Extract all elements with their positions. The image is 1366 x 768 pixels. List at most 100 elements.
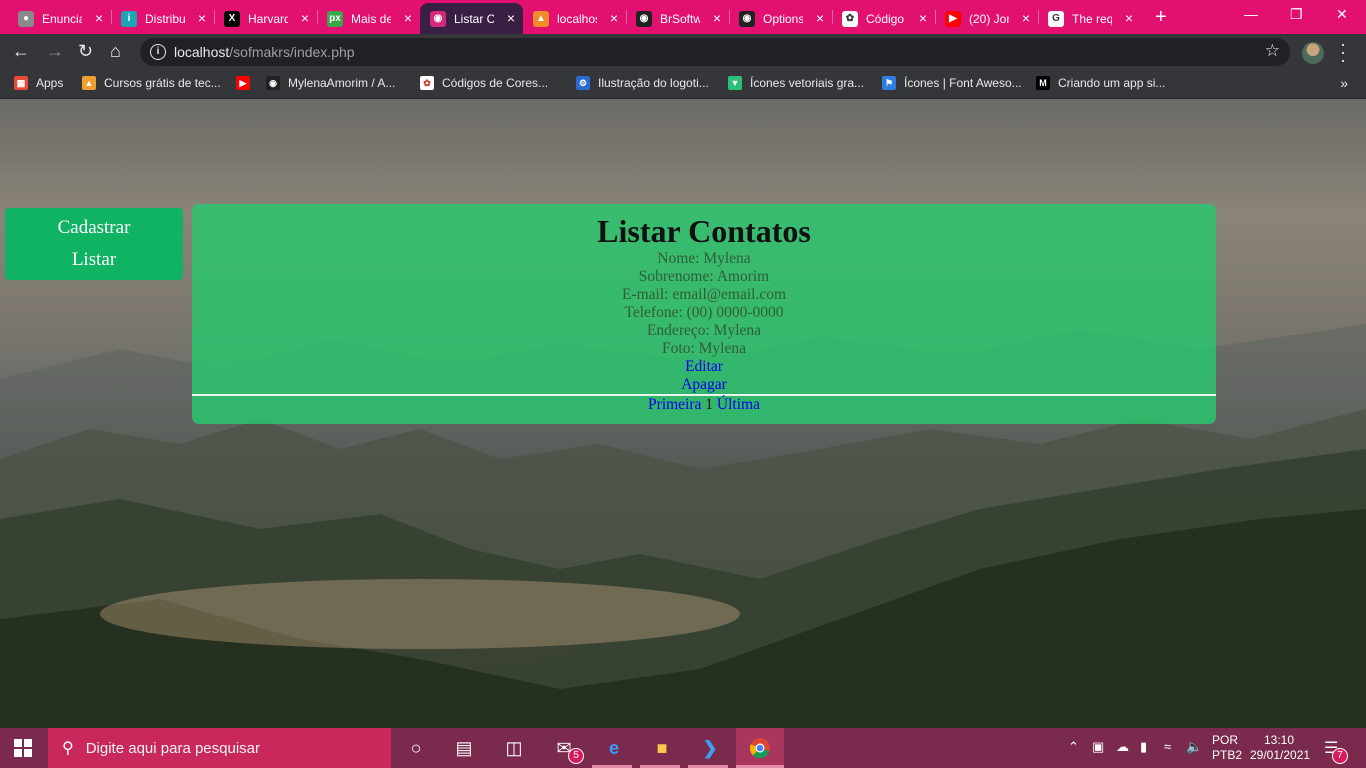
bookmarks-overflow-icon[interactable]: »: [1340, 75, 1348, 91]
bookmark-item[interactable]: ◉ MylenaAmorim / A...: [266, 76, 395, 90]
clock-time: 13:10: [1263, 733, 1295, 747]
browser-tab[interactable]: ◉ Listar C ×: [420, 3, 523, 34]
wifi-icon[interactable]: ≈: [1164, 739, 1171, 754]
browser-tab[interactable]: G The req ×: [1038, 3, 1141, 34]
tab-title: Distribuição: [145, 11, 185, 26]
tab-title: Mais de: [351, 11, 391, 26]
page-title: Listar Contatos: [597, 213, 811, 249]
tab-title: BrSoftw: [660, 11, 700, 26]
input-language[interactable]: POR PTB2: [1212, 733, 1242, 763]
bookmark-star-icon[interactable]: ☆: [1265, 41, 1280, 61]
contact-email: E-mail: email@email.com: [621, 286, 787, 303]
bookmark-label: Cursos grátis de tec...: [104, 76, 221, 90]
cortana-icon[interactable]: ○: [404, 736, 428, 760]
volume-icon[interactable]: 🔈: [1186, 739, 1202, 755]
browser-tab[interactable]: ▶ (20) Jor ×: [935, 3, 1038, 34]
menu-listar-link[interactable]: Listar: [5, 244, 183, 276]
tab-title: Enunciado: [42, 11, 82, 26]
browser-tab[interactable]: ▲ localhost ×: [523, 3, 626, 34]
reload-icon[interactable]: ↻: [78, 41, 93, 61]
menu-cadastrar-link[interactable]: Cadastrar: [5, 212, 183, 244]
minimize-button[interactable]: —: [1244, 6, 1258, 22]
bookmark-item[interactable]: ▼ Ícones vetoriais gra...: [728, 76, 864, 90]
profile-avatar[interactable]: [1302, 42, 1324, 64]
tab-title: The req: [1072, 11, 1112, 26]
site-info-icon[interactable]: i: [150, 44, 166, 60]
bookmark-item[interactable]: ▦ Apps: [14, 76, 63, 90]
contact-name: Nome: Mylena: [657, 250, 751, 267]
browser-tab[interactable]: X Harvard ×: [214, 3, 317, 34]
file-explorer-icon[interactable]: ■: [650, 736, 674, 760]
contact-surname: Sobrenome: Amorim: [638, 268, 770, 285]
browser-tab[interactable]: ● Enunciado ×: [8, 3, 111, 34]
url-text[interactable]: localhost/sofmakrs/index.php: [174, 44, 355, 60]
maximize-button[interactable]: ❐: [1290, 6, 1303, 23]
forward-icon[interactable]: →: [46, 41, 64, 61]
tab-close-icon[interactable]: ×: [816, 11, 824, 25]
edge-icon[interactable]: e: [602, 736, 626, 760]
onedrive-icon[interactable]: ☁: [1116, 739, 1129, 755]
tab-close-icon[interactable]: ×: [1125, 11, 1133, 25]
globe-icon: ●: [18, 10, 34, 27]
tab-title: (20) Jor: [969, 11, 1009, 26]
store-icon[interactable]: ◫: [502, 736, 526, 760]
edit-link[interactable]: Editar: [685, 358, 723, 376]
tab-close-icon[interactable]: ×: [404, 11, 412, 25]
youtube-icon: ▶: [236, 76, 250, 90]
first-page-link[interactable]: Primeira: [648, 396, 701, 414]
tab-close-icon[interactable]: ×: [713, 11, 721, 25]
browser-tab[interactable]: px Mais de ×: [317, 3, 420, 34]
bookmark-item[interactable]: ⚑ Ícones | Font Aweso...: [882, 76, 1022, 90]
tab-close-icon[interactable]: ×: [95, 11, 103, 25]
github-icon: ◉: [266, 76, 280, 90]
logo-bug-icon: ⚙: [576, 76, 590, 90]
tab-close-icon[interactable]: ×: [1022, 11, 1030, 25]
apps-grid-icon: ▦: [14, 76, 28, 90]
bookmark-item[interactable]: M Criando um app si...: [1036, 76, 1165, 90]
language-code: POR: [1212, 733, 1239, 747]
browser-tab[interactable]: i Distribuição ×: [111, 3, 214, 34]
tab-close-icon[interactable]: ×: [507, 11, 515, 25]
new-tab-button[interactable]: +: [1155, 6, 1167, 29]
windows-start-icon[interactable]: [14, 739, 32, 757]
color-wheel-icon: ✿: [420, 76, 434, 90]
tray-chevron-icon[interactable]: ⌃: [1068, 739, 1079, 755]
home-icon[interactable]: ⌂: [110, 41, 121, 61]
side-menu: Cadastrar Listar: [5, 208, 183, 280]
browser-tab[interactable]: ◉ Options ×: [729, 3, 832, 34]
tab-close-icon[interactable]: ×: [198, 11, 206, 25]
task-view-icon[interactable]: ▤: [452, 736, 476, 760]
taskbar-search-box[interactable]: ⚲ Digite aqui para pesquisar: [48, 728, 391, 768]
address-bar[interactable]: i localhost/sofmakrs/index.php ☆: [140, 38, 1290, 66]
delete-link[interactable]: Apagar: [681, 376, 727, 394]
tab-close-icon[interactable]: ×: [610, 11, 618, 25]
browser-tab[interactable]: ◉ BrSoftw ×: [626, 3, 729, 34]
browser-tab[interactable]: ✿ Código ×: [832, 3, 935, 34]
bookmark-item[interactable]: ▲ Cursos grátis de tec...: [82, 76, 221, 90]
bookmark-item[interactable]: ✿ Códigos de Cores...: [420, 76, 548, 90]
tab-close-icon[interactable]: ×: [301, 11, 309, 25]
x-logo-icon: X: [224, 10, 240, 27]
clock-date: 29/01/2021: [1250, 748, 1311, 762]
battery-icon[interactable]: ▮: [1140, 739, 1147, 755]
bookmark-item[interactable]: ▶: [236, 76, 258, 90]
flag-icon: ⚑: [882, 76, 896, 90]
back-icon[interactable]: ←: [12, 41, 30, 61]
clock[interactable]: 13:10 29/01/2021: [1250, 733, 1311, 763]
window-close-button[interactable]: ✕: [1336, 6, 1348, 23]
tab-close-icon[interactable]: ×: [919, 11, 927, 25]
mail-badge: 5: [568, 748, 584, 764]
bookmark-label: Apps: [36, 76, 64, 90]
vscode-icon[interactable]: ❯: [698, 736, 722, 760]
last-page-link[interactable]: Última: [717, 396, 760, 414]
chrome-icon[interactable]: [748, 736, 772, 760]
keyboard-layout: PTB2: [1212, 748, 1243, 762]
browser-menu-icon[interactable]: · · ·: [1340, 35, 1346, 69]
meet-now-icon[interactable]: ▣: [1092, 739, 1104, 755]
bookmark-item[interactable]: ⚙ Ilustração do logoti...: [576, 76, 709, 90]
search-icon: ⚲: [62, 740, 74, 757]
google-icon: G: [1048, 10, 1064, 27]
bookmarks-bar: ▦ Apps ▲ Cursos grátis de tec... ▶ ◉ MylenaAmo…: [0, 70, 1366, 99]
notification-badge: 7: [1332, 748, 1348, 764]
contact-address: Endereço: Mylena: [646, 322, 762, 339]
